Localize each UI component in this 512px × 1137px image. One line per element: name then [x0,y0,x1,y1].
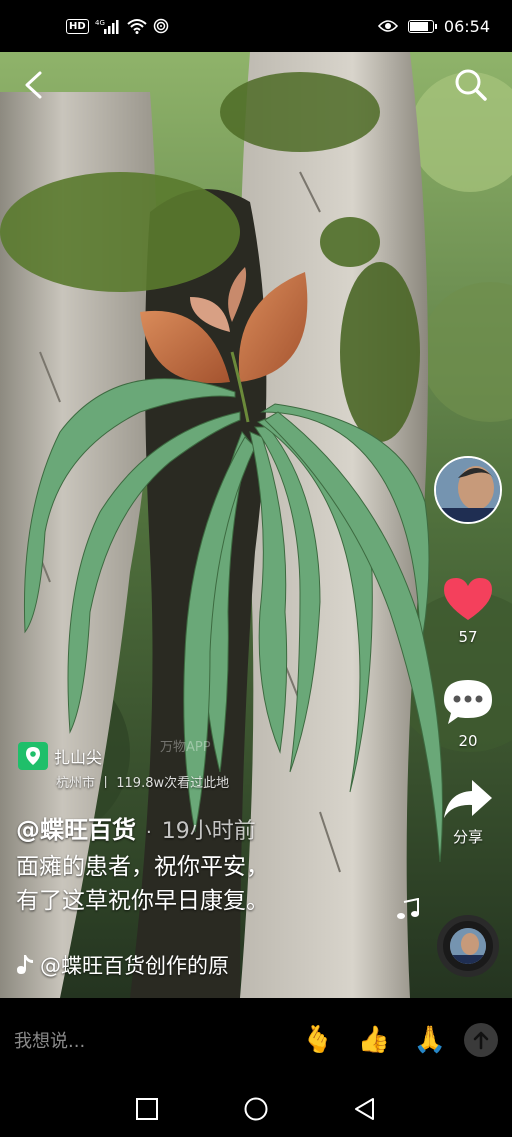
pray-emoji-button[interactable]: 🙏 [402,1025,458,1055]
status-right: 06:54 [377,16,490,36]
music-disc[interactable] [437,915,499,977]
finger-heart-emoji-button[interactable]: 🫰 [290,1025,346,1055]
cell-signal-icon: 4G [95,19,119,34]
like-button[interactable]: 57 [440,576,496,646]
post-description[interactable]: 面瘫的患者，祝你平安， 有了这草祝你早日康复。 [16,850,269,918]
wifi-icon [127,19,147,34]
search-icon[interactable] [452,66,490,104]
comment-input[interactable]: 我想说... [14,1027,290,1053]
author-name[interactable]: @蝶旺百货 [16,810,136,845]
music-track[interactable]: @蝶旺百货创作的原 [16,950,278,980]
comment-bubble-icon [444,680,492,724]
eye-icon [377,20,398,32]
status-left: HD 4G [66,18,169,34]
share-label: 分享 [452,828,483,846]
hd-badge: HD [66,18,89,34]
author-line: @蝶旺百货 · 19小时前 [16,810,256,845]
share-button[interactable]: 分享 [440,778,496,847]
share-arrow-icon [444,780,492,818]
arrow-up-icon [473,1031,489,1050]
location-pin-icon [18,742,48,770]
disc-cover-image [450,928,486,964]
clock: 06:54 [443,16,490,36]
comment-count: 20 [458,732,478,750]
hotspot-icon [153,18,168,34]
description-line-1: 面瘫的患者，祝你平安， [16,854,269,880]
author-avatar[interactable] [434,456,502,524]
thumbs-up-emoji-button[interactable]: 👍 [346,1025,402,1055]
svg-text:4G: 4G [95,19,105,27]
location-row: 扎山尖 [18,742,229,770]
back-triangle-icon[interactable] [352,1096,378,1122]
heart-icon [444,578,492,620]
location-tag[interactable]: 扎山尖 杭州市 丨 119.8w次看过此地 [18,742,229,791]
tiktok-note-icon [17,955,33,974]
status-bar: HD 4G 06:54 [0,0,512,52]
music-title: @蝶旺百货创作的原 [40,954,229,978]
back-arrow-icon[interactable] [18,68,52,102]
location-name: 扎山尖 [54,748,103,767]
battery-icon [407,19,437,33]
separator-dot: · [146,822,152,843]
recents-square-icon[interactable] [134,1096,160,1122]
description-line-2: 有了这草祝你早日康复。 [16,888,269,914]
like-count: 57 [458,628,478,646]
system-nav-bar [0,1082,512,1137]
post-time: 19小时前 [161,819,256,844]
music-notes-icon [397,898,419,919]
comment-button[interactable]: 20 [440,678,496,750]
comment-bar: 我想说... 🫰 👍 🙏 [0,998,512,1082]
location-detail: 杭州市 丨 119.8w次看过此地 [56,776,230,791]
home-circle-icon[interactable] [243,1096,269,1122]
send-button[interactable] [464,1023,498,1057]
screen: HD 4G 06:54 万物APP 57 20 分享 扎山尖 杭州市 丨 119… [0,0,512,1137]
